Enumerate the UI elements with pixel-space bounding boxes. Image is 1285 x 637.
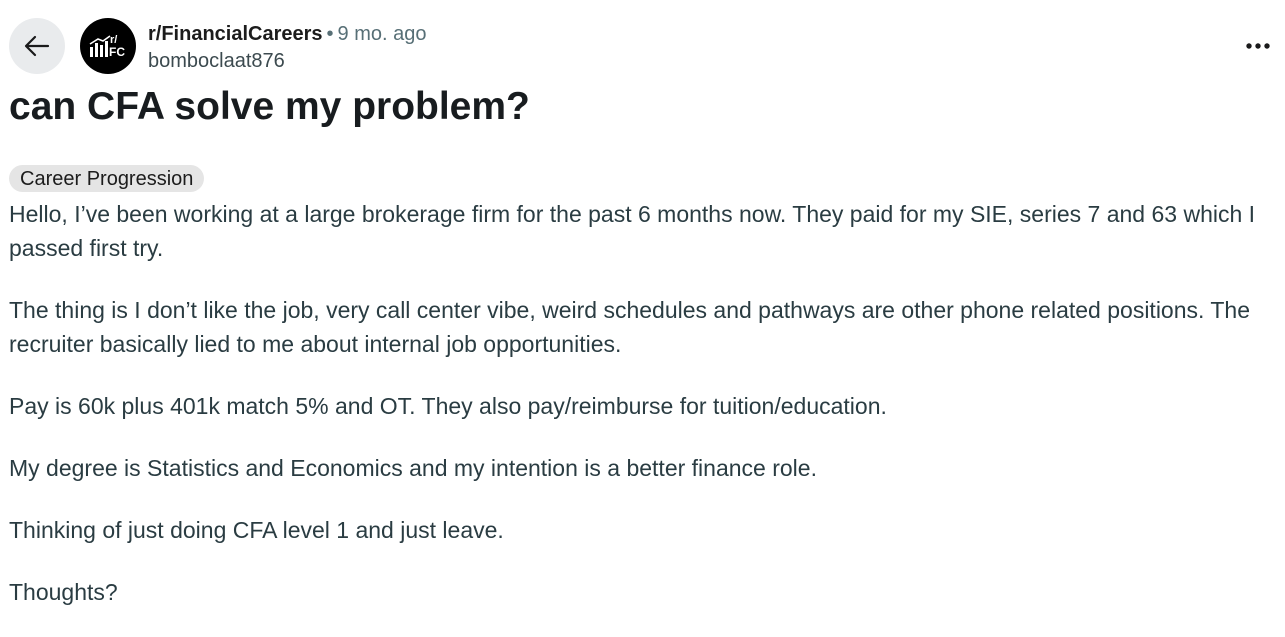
svg-text:FC: FC — [109, 45, 125, 59]
post-body: Hello, I’ve been working at a large brok… — [9, 197, 1269, 637]
post-paragraph: Thinking of just doing CFA level 1 and j… — [9, 517, 504, 543]
post-title: can CFA solve my problem? — [9, 85, 530, 128]
back-button[interactable] — [9, 18, 65, 74]
subreddit-avatar[interactable]: r/ FC — [80, 18, 136, 74]
post-paragraph: Pay is 60k plus 401k match 5% and OT. Th… — [9, 393, 887, 419]
post-paragraph: Thoughts? — [9, 579, 118, 605]
subreddit-link[interactable]: r/FinancialCareers — [148, 23, 323, 45]
ellipsis-horizontal-icon — [1245, 42, 1271, 50]
more-options-button[interactable] — [1238, 30, 1278, 62]
author-link[interactable]: bomboclaat876 — [148, 48, 427, 74]
separator-dot: • — [326, 23, 334, 45]
subreddit-logo: r/ FC — [89, 34, 125, 59]
post-age: 9 mo. ago — [337, 23, 427, 45]
post-paragraph: Hello, I’ve been working at a large brok… — [9, 201, 1256, 261]
arrow-left-icon — [22, 31, 52, 61]
post-paragraph: The thing is I don’t like the job, very … — [9, 297, 1251, 357]
post-paragraph: My degree is Statistics and Economics an… — [9, 455, 817, 481]
post-meta: r/FinancialCareers • 9 mo. ago bomboclaat8… — [148, 20, 427, 74]
post-flair[interactable]: Career Progression — [9, 165, 205, 192]
